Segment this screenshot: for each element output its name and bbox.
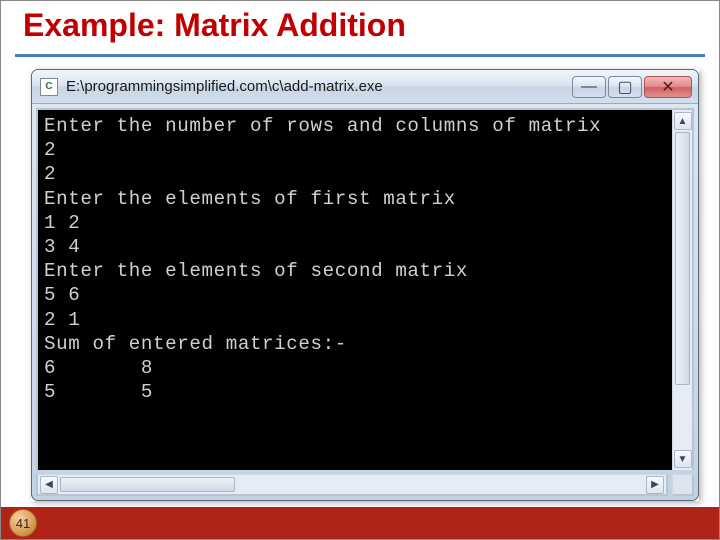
- slide-number-badge: 41: [9, 509, 37, 537]
- scroll-down-button[interactable]: ▼: [674, 450, 692, 468]
- scroll-left-button[interactable]: ◀: [40, 476, 58, 494]
- maximize-button[interactable]: ▢: [608, 76, 642, 98]
- scrollbar-corner: [672, 474, 694, 496]
- chevron-left-icon: ◀: [45, 479, 53, 490]
- maximize-icon: ▢: [617, 77, 632, 97]
- console-output[interactable]: Enter the number of rows and columns of …: [36, 108, 672, 470]
- titlebar[interactable]: C E:\programmingsimplified.com\c\add-mat…: [32, 70, 698, 104]
- chevron-down-icon: ▼: [678, 454, 688, 465]
- vertical-scrollbar[interactable]: ▲ ▼: [672, 108, 694, 470]
- minimize-button[interactable]: —: [572, 76, 606, 98]
- close-icon: ✕: [661, 77, 674, 97]
- window-title: E:\programmingsimplified.com\c\add-matri…: [66, 78, 572, 95]
- vertical-scroll-thumb[interactable]: [675, 132, 690, 385]
- app-icon: C: [40, 78, 58, 96]
- slide-title: Example: Matrix Addition: [1, 1, 719, 54]
- slide-footer: 41: [1, 507, 719, 539]
- title-underline: [15, 54, 705, 57]
- horizontal-scrollbar[interactable]: ◀ ▶: [36, 474, 668, 496]
- minimize-icon: —: [581, 78, 597, 96]
- chevron-up-icon: ▲: [678, 116, 688, 127]
- slide: Example: Matrix Addition C E:\programmin…: [0, 0, 720, 540]
- bottom-scroll-row: ◀ ▶: [32, 474, 698, 500]
- close-button[interactable]: ✕: [644, 76, 692, 98]
- scroll-right-button[interactable]: ▶: [646, 476, 664, 494]
- window-frame: C E:\programmingsimplified.com\c\add-mat…: [31, 69, 699, 501]
- window-body: Enter the number of rows and columns of …: [32, 104, 698, 474]
- console-window-screenshot: C E:\programmingsimplified.com\c\add-mat…: [31, 69, 699, 501]
- horizontal-scroll-thumb[interactable]: [60, 477, 235, 492]
- window-buttons: — ▢ ✕: [572, 76, 692, 98]
- chevron-right-icon: ▶: [651, 479, 659, 490]
- scroll-up-button[interactable]: ▲: [674, 112, 692, 130]
- vertical-scroll-track[interactable]: [673, 132, 692, 448]
- horizontal-scroll-track[interactable]: [60, 475, 644, 494]
